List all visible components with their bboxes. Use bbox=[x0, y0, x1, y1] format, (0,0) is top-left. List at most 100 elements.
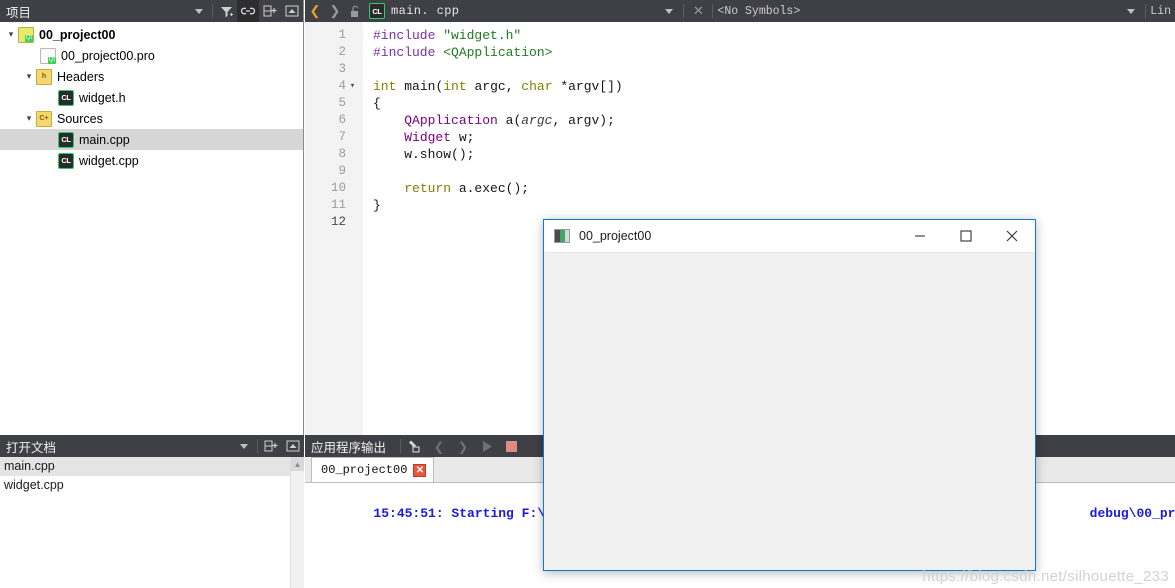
chevron-down-icon[interactable] bbox=[659, 0, 679, 22]
application-window-body[interactable] bbox=[544, 254, 1035, 570]
cpp-file-icon: CL bbox=[58, 131, 74, 148]
code-token: #include bbox=[373, 45, 444, 60]
window-controls bbox=[897, 220, 1035, 253]
code-token: <QApplication> bbox=[443, 45, 553, 60]
divider bbox=[400, 439, 402, 453]
filter-icon[interactable] bbox=[215, 0, 237, 22]
clear-output-icon[interactable] bbox=[403, 435, 427, 457]
tree-item-main-cpp[interactable]: CL main.cpp bbox=[0, 129, 303, 150]
prev-item-icon[interactable]: ❮ bbox=[427, 435, 451, 457]
code-token: argc bbox=[474, 79, 506, 94]
symbol-selector[interactable]: <No Symbols> bbox=[717, 5, 800, 18]
collapse-panel-icon[interactable] bbox=[281, 0, 303, 22]
application-window-titlebar[interactable]: 00_project00 bbox=[544, 220, 1035, 253]
split-add-icon[interactable] bbox=[259, 0, 281, 22]
code-token: char bbox=[521, 79, 561, 94]
close-icon[interactable]: ✕ bbox=[413, 463, 427, 477]
line-number: 4 ▾ bbox=[305, 78, 363, 95]
tree-item-label: 00_project00.pro bbox=[61, 48, 155, 63]
tree-item-widget-h[interactable]: CL widget.h bbox=[0, 87, 303, 108]
folder-h-icon: h bbox=[36, 68, 52, 85]
code-token: *argv[]) bbox=[560, 79, 623, 94]
unlock-icon[interactable] bbox=[345, 0, 365, 22]
line-number: 6 bbox=[338, 113, 346, 127]
left-sidebar: 项目 ▾ 00_project00 bbox=[0, 0, 304, 588]
line-number: 10 bbox=[330, 181, 346, 195]
link-icon[interactable] bbox=[237, 0, 259, 22]
tree-item-label: widget.cpp bbox=[79, 153, 139, 168]
chevron-down-icon[interactable]: ▾ bbox=[22, 108, 36, 129]
divider bbox=[257, 439, 258, 453]
application-window[interactable]: 00_project00 bbox=[543, 219, 1036, 571]
line-number: 12 bbox=[330, 215, 346, 229]
tree-item-sources[interactable]: ▾ C+ Sources bbox=[0, 108, 303, 129]
maximize-icon[interactable] bbox=[943, 220, 989, 253]
fold-marker-icon[interactable]: ▾ bbox=[346, 78, 359, 95]
code-token: main bbox=[404, 79, 436, 94]
run-icon[interactable] bbox=[475, 435, 499, 457]
tree-item-headers[interactable]: ▾ h Headers bbox=[0, 66, 303, 87]
code-token: "widget.h" bbox=[443, 28, 522, 43]
open-documents-header: 打开文档 bbox=[0, 435, 304, 457]
chevron-down-icon[interactable] bbox=[233, 435, 255, 457]
code-token: #include bbox=[373, 28, 444, 43]
output-panel-title: 应用程序输出 bbox=[311, 440, 387, 455]
close-icon[interactable]: ✕ bbox=[688, 0, 708, 22]
tree-item-label: main.cpp bbox=[79, 132, 130, 147]
list-item[interactable]: widget.cpp bbox=[0, 476, 290, 495]
code-token: return bbox=[404, 181, 452, 196]
code-line: #include <QApplication> bbox=[373, 44, 1175, 61]
code-token: int bbox=[373, 79, 405, 94]
chevron-down-icon[interactable]: ▾ bbox=[4, 24, 18, 45]
qt-project-icon bbox=[18, 26, 34, 43]
cpp-file-icon: CL bbox=[58, 152, 74, 169]
code-line: w.show(); bbox=[373, 146, 1175, 163]
line-number: 1 bbox=[338, 28, 346, 42]
minimize-icon[interactable] bbox=[897, 220, 943, 253]
project-tree[interactable]: ▾ 00_project00 00_project00.pro ▾ h Head… bbox=[0, 22, 303, 435]
collapse-panel-icon[interactable] bbox=[282, 435, 304, 457]
scroll-up-icon[interactable]: ▲ bbox=[291, 457, 304, 471]
code-line: QApplication a(argc, argv); bbox=[373, 112, 1175, 129]
tree-item-project[interactable]: ▾ 00_project00 bbox=[0, 24, 303, 45]
tree-item-label: 00_project00 bbox=[39, 27, 116, 42]
editor-filename: main. cpp bbox=[391, 4, 460, 18]
code-token: QApplication bbox=[404, 113, 498, 128]
chevron-down-icon[interactable]: ▾ bbox=[22, 66, 36, 87]
code-token: , bbox=[505, 79, 522, 94]
stop-icon[interactable] bbox=[499, 435, 523, 457]
close-icon[interactable] bbox=[989, 220, 1035, 253]
line-number: 11 bbox=[330, 198, 346, 212]
chevron-down-icon[interactable] bbox=[1121, 0, 1141, 22]
line-number: 8 bbox=[338, 147, 346, 161]
application-window-title: 00_project00 bbox=[579, 229, 652, 243]
divider bbox=[712, 4, 714, 18]
tree-item-pro-file[interactable]: 00_project00.pro bbox=[0, 45, 303, 66]
pro-file-icon bbox=[40, 47, 56, 64]
code-token: } bbox=[373, 198, 381, 213]
chevron-left-icon[interactable]: ❮ bbox=[305, 0, 325, 22]
output-tab[interactable]: 00_project00 ✕ bbox=[311, 457, 435, 482]
cpp-file-icon: CL bbox=[369, 3, 385, 19]
chevron-down-icon[interactable] bbox=[188, 0, 210, 22]
tree-item-label: widget.h bbox=[79, 90, 126, 105]
open-documents-list[interactable]: main.cpp widget.cpp bbox=[0, 457, 290, 588]
divider bbox=[212, 4, 213, 18]
line-number-gutter: 1 2 3 4 ▾ 5 6 7 8 9 10 11 12 bbox=[305, 22, 363, 435]
line-number: 2 bbox=[338, 45, 346, 59]
code-token: { bbox=[373, 96, 381, 111]
chevron-right-icon[interactable]: ❯ bbox=[325, 0, 345, 22]
tree-item-widget-cpp[interactable]: CL widget.cpp bbox=[0, 150, 303, 171]
code-token: w.show(); bbox=[373, 147, 475, 162]
list-item[interactable]: main.cpp bbox=[0, 457, 290, 476]
split-add-icon[interactable] bbox=[260, 435, 282, 457]
code-line: return a.exec(); bbox=[373, 180, 1175, 197]
next-item-icon[interactable]: ❯ bbox=[451, 435, 475, 457]
tree-item-label: Sources bbox=[57, 111, 103, 126]
watermark: https://blog.csdn.net/silhouette_233 bbox=[922, 568, 1169, 585]
cpp-file-icon: CL bbox=[58, 89, 74, 106]
open-documents-scrollbar[interactable]: ▲ bbox=[290, 457, 304, 588]
projects-panel-header: 项目 bbox=[0, 0, 303, 22]
